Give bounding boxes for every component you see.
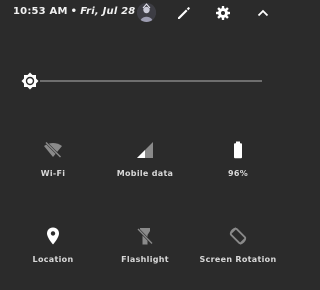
- tile-label: Location: [32, 255, 74, 264]
- user-avatar[interactable]: [137, 3, 156, 22]
- clock-date: 10:53 AM • Fri, Jul 28: [13, 6, 135, 17]
- brightness-slider-track[interactable]: [40, 80, 262, 82]
- date-text: Fri, Jul 28: [80, 6, 136, 17]
- tile-mobile-data[interactable]: Mobile data: [102, 140, 188, 200]
- status-bar: 10:53 AM • Fri, Jul 28: [0, 0, 290, 26]
- flashlight-off-icon: [135, 226, 155, 246]
- tile-battery[interactable]: 96%: [195, 140, 281, 200]
- signal-icon: [135, 140, 155, 160]
- tile-screen-rotation[interactable]: Screen Rotation: [195, 226, 281, 286]
- tile-wifi[interactable]: Wi-Fi: [10, 140, 96, 200]
- quick-settings-panel: 10:53 AM • Fri, Jul 28 Wi-Fi Mobile data…: [0, 0, 290, 290]
- wifi-off-icon: [43, 140, 63, 160]
- brightness-control: [0, 68, 290, 94]
- separator-dot: •: [70, 6, 78, 17]
- screen-rotation-icon: [228, 226, 248, 246]
- battery-icon: [228, 140, 248, 160]
- tile-label: 96%: [227, 169, 249, 178]
- tile-flashlight[interactable]: Flashlight: [102, 226, 188, 286]
- gear-icon[interactable]: [215, 5, 231, 21]
- tile-label: Wi-Fi: [40, 169, 66, 178]
- brightness-icon[interactable]: [20, 71, 40, 91]
- clock-time: 10:53 AM: [13, 6, 68, 17]
- tile-location[interactable]: Location: [10, 226, 96, 286]
- tile-label: Flashlight: [121, 255, 169, 264]
- tile-label: Mobile data: [116, 169, 174, 178]
- location-pin-icon: [43, 226, 63, 246]
- chevron-up-icon[interactable]: [255, 5, 271, 21]
- tile-label: Screen Rotation: [199, 255, 277, 264]
- pencil-icon[interactable]: [176, 5, 192, 21]
